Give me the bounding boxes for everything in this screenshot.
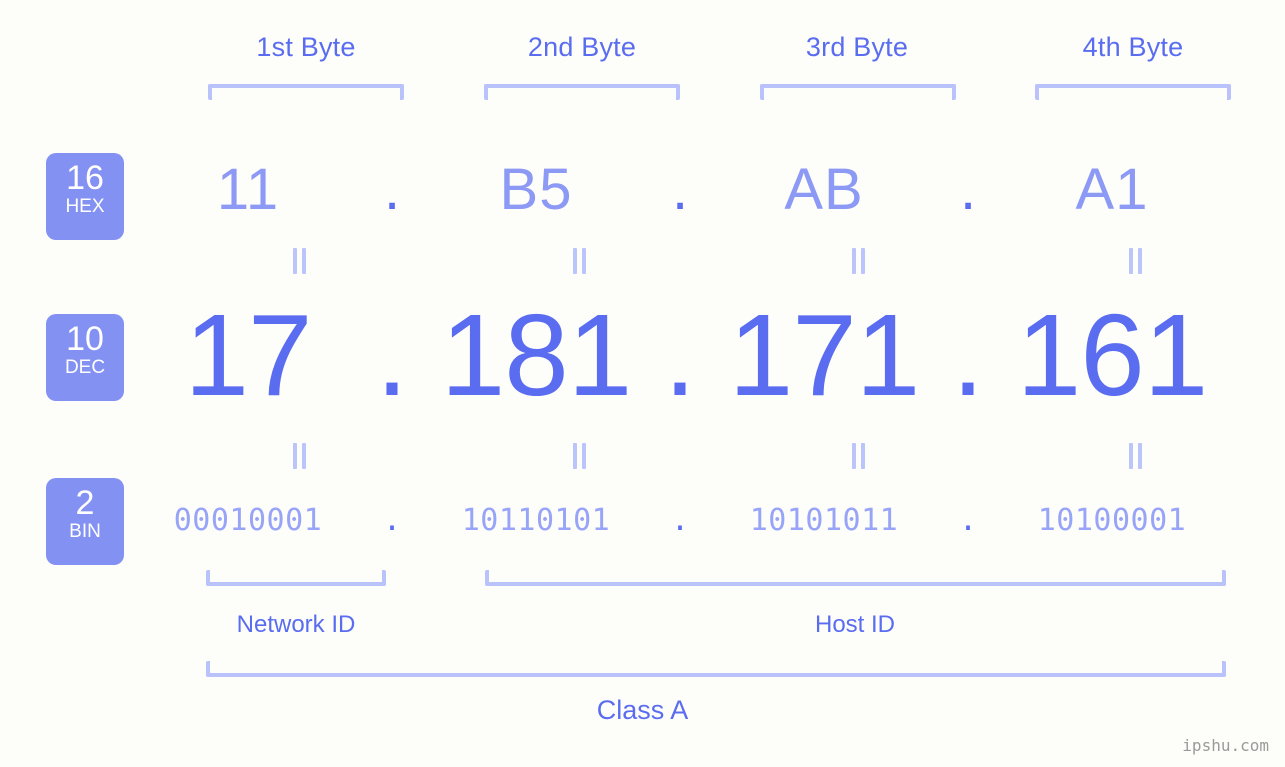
- equals-icon-hex-dec-4: [1128, 248, 1144, 274]
- hex-separator-3: .: [959, 157, 977, 222]
- equals-icon-dec-bin-4: [1128, 443, 1144, 469]
- bin-row: 00010001 . 10110101 . 10101011 . 1010000…: [150, 495, 1260, 547]
- network-id-label: Network ID: [236, 611, 356, 638]
- base-badge-dec-abbr: DEC: [64, 357, 106, 378]
- bin-octet-2: 10110101: [461, 503, 611, 538]
- base-badge-hex-number: 16: [66, 159, 104, 197]
- byte-bracket-2: [484, 84, 680, 100]
- dec-separator-2: .: [663, 290, 697, 420]
- base-badge-dec: 10 DEC: [46, 314, 124, 401]
- base-badge-bin-abbr: BIN: [69, 521, 101, 542]
- equals-icon-dec-bin-1: [292, 443, 308, 469]
- bin-octet-4: 10100001: [1037, 503, 1187, 538]
- byte-bracket-4: [1035, 84, 1231, 100]
- bin-separator-3: .: [958, 503, 978, 538]
- dec-octet-2: 181: [440, 290, 633, 420]
- hex-octet-1: 11: [216, 157, 280, 222]
- byte-header-3: 3rd Byte: [805, 32, 909, 62]
- network-id-bracket: [206, 570, 386, 586]
- site-watermark: ipshu.com: [1182, 736, 1269, 755]
- dec-separator-1: .: [375, 290, 409, 420]
- bin-octet-1: 00010001: [173, 503, 323, 538]
- hex-separator-2: .: [671, 157, 689, 222]
- byte-bracket-3: [760, 84, 956, 100]
- byte-header-1: 1st Byte: [256, 32, 356, 62]
- dec-octet-4: 161: [1016, 290, 1209, 420]
- hex-octet-2: B5: [499, 157, 573, 222]
- base-badge-dec-number: 10: [66, 320, 104, 358]
- equals-icon-hex-dec-2: [572, 248, 588, 274]
- equals-icon-dec-bin-2: [572, 443, 588, 469]
- dec-octet-3: 171: [728, 290, 921, 420]
- hex-row: 11 . B5 . AB . A1: [150, 148, 1260, 232]
- dec-separator-3: .: [951, 290, 985, 420]
- hex-octet-4: A1: [1075, 157, 1149, 222]
- dec-row: 17 . 181 . 171 . 161: [150, 295, 1260, 415]
- bin-separator-1: .: [382, 503, 402, 538]
- equals-icon-hex-dec-1: [292, 248, 308, 274]
- bin-separator-2: .: [670, 503, 690, 538]
- class-label: Class A: [596, 695, 689, 725]
- host-id-label: Host ID: [814, 611, 895, 638]
- hex-separator-1: .: [383, 157, 401, 222]
- dec-octet-1: 17: [184, 290, 312, 420]
- byte-header-2: 2nd Byte: [527, 32, 637, 62]
- class-bracket: [206, 661, 1226, 677]
- host-id-bracket: [485, 570, 1226, 586]
- base-badge-bin-number: 2: [75, 484, 95, 522]
- hex-octet-3: AB: [784, 157, 864, 222]
- bin-octet-3: 10101011: [749, 503, 899, 538]
- base-badge-hex: 16 HEX: [46, 153, 124, 240]
- byte-bracket-1: [208, 84, 404, 100]
- byte-header-4: 4th Byte: [1082, 32, 1184, 62]
- base-badge-bin: 2 BIN: [46, 478, 124, 565]
- ip-address-breakdown-diagram: 1st Byte 2nd Byte 3rd Byte 4th Byte 16 H…: [0, 0, 1285, 767]
- base-badge-hex-abbr: HEX: [65, 196, 105, 217]
- equals-icon-dec-bin-3: [851, 443, 867, 469]
- equals-icon-hex-dec-3: [851, 248, 867, 274]
